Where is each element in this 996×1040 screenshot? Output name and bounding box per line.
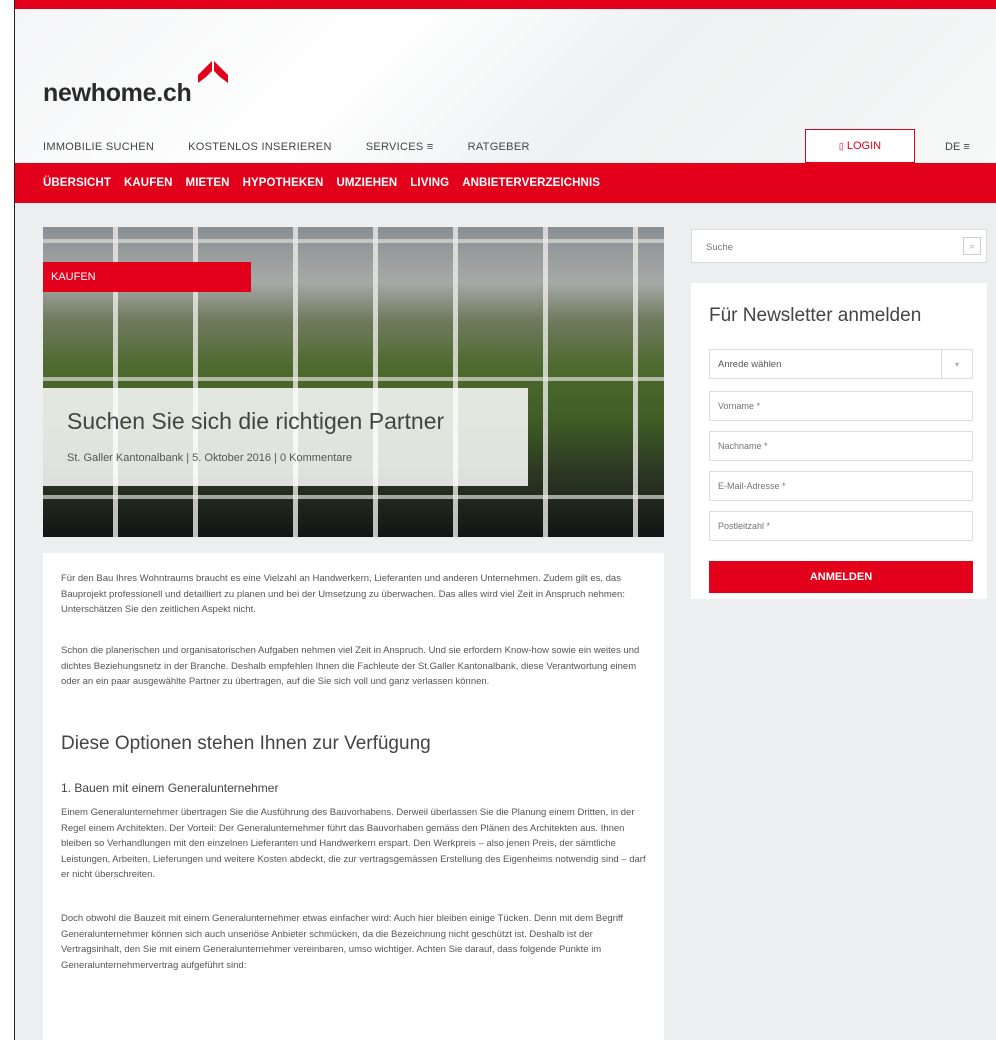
subnav-item-mieten[interactable]: MIETEN — [186, 177, 230, 189]
page-frame: newhome.ch IMMOBILIE SUCHEN KOSTENLOS IN… — [14, 0, 996, 1040]
lock-icon: ▯ — [838, 140, 844, 151]
article-body: Für den Bau Ihres Wohntraums braucht es … — [43, 553, 664, 1040]
lastname-field[interactable] — [709, 431, 973, 461]
login-button[interactable]: ▯ LOGIN — [805, 129, 915, 163]
salutation-value: Anrede wählen — [718, 358, 782, 370]
subnav-item-living[interactable]: LIVING — [410, 177, 449, 189]
salutation-select[interactable]: Anrede wählen ▾ — [709, 349, 973, 379]
article-subheading: 1. Bauen mit einem Generalunternehmer — [61, 781, 279, 795]
article-heading: Diese Optionen stehen Ihnen zur Verfügun… — [61, 733, 431, 754]
scaffold-pole — [633, 227, 638, 537]
newsletter-title: Für Newsletter anmelden — [709, 305, 922, 326]
nav-item-services[interactable]: SERVICES ≡ — [366, 141, 434, 153]
scaffold-pole — [373, 227, 378, 537]
nav-item-kostenlos-inserieren[interactable]: KOSTENLOS INSERIEREN — [188, 141, 332, 153]
scaffold-bar — [43, 377, 664, 381]
article-paragraph: Für den Bau Ihres Wohntraums braucht es … — [61, 573, 625, 615]
scaffold-pole — [543, 227, 548, 537]
firstname-field[interactable] — [709, 391, 973, 421]
nav-item-ratgeber[interactable]: RATGEBER — [468, 141, 530, 153]
scaffold-pole — [453, 227, 458, 537]
search-box: ⌕ — [691, 229, 987, 264]
subnav-item-kaufen[interactable]: KAUFEN — [124, 177, 173, 189]
login-label: LOGIN — [846, 140, 882, 152]
article-byline: St. Galler Kantonalbank | 5. Oktober 201… — [67, 452, 353, 464]
subnav-item-umziehen[interactable]: UMZIEHEN — [336, 177, 397, 189]
main-nav: IMMOBILIE SUCHEN KOSTENLOS INSERIEREN SE… — [43, 141, 564, 153]
email-field[interactable] — [709, 471, 973, 501]
hero-title-box: Suchen Sie sich die richtigen Partner St… — [43, 388, 528, 486]
newsletter-box: Für Newsletter anmelden Anrede wählen ▾ … — [691, 283, 987, 599]
site-header: newhome.ch IMMOBILIE SUCHEN KOSTENLOS IN… — [15, 9, 996, 163]
search-icon[interactable]: ⌕ — [963, 237, 981, 255]
article-paragraph: Doch obwohl die Bauzeit mit einem Genera… — [61, 913, 624, 971]
search-input[interactable] — [692, 230, 970, 264]
subnav-item-anbieterverzeichnis[interactable]: ANBIETERVERZEICHNIS — [462, 177, 600, 189]
subscribe-button[interactable]: ANMELDEN — [709, 561, 973, 593]
nav-item-immobilie-suchen[interactable]: IMMOBILIE SUCHEN — [43, 141, 154, 153]
zip-field[interactable] — [709, 511, 973, 541]
scaffold-pole — [293, 227, 298, 537]
chevron-down-icon: ▾ — [941, 350, 972, 378]
sub-nav: ÜBERSICHT KAUFEN MIETEN HYPOTHEKEN UMZIE… — [15, 163, 996, 203]
scaffold-bar — [43, 495, 664, 499]
category-tag[interactable]: KAUFEN — [43, 262, 251, 292]
article-title: Suchen Sie sich die richtigen Partner — [67, 408, 445, 434]
subnav-item-hypotheken[interactable]: HYPOTHEKEN — [243, 177, 324, 189]
article-paragraph: Einem Generalunternehmer übertragen Sie … — [61, 807, 646, 880]
article-paragraph: Schon die planerischen und organisatoris… — [61, 645, 640, 687]
house-roof-icon — [198, 61, 228, 83]
scaffold-bar — [43, 239, 664, 243]
site-logo[interactable]: newhome.ch — [43, 79, 192, 108]
top-accent-bar — [15, 0, 996, 9]
language-selector[interactable]: DE ≡ — [945, 141, 970, 153]
subnav-item-uebersicht[interactable]: ÜBERSICHT — [43, 177, 111, 189]
